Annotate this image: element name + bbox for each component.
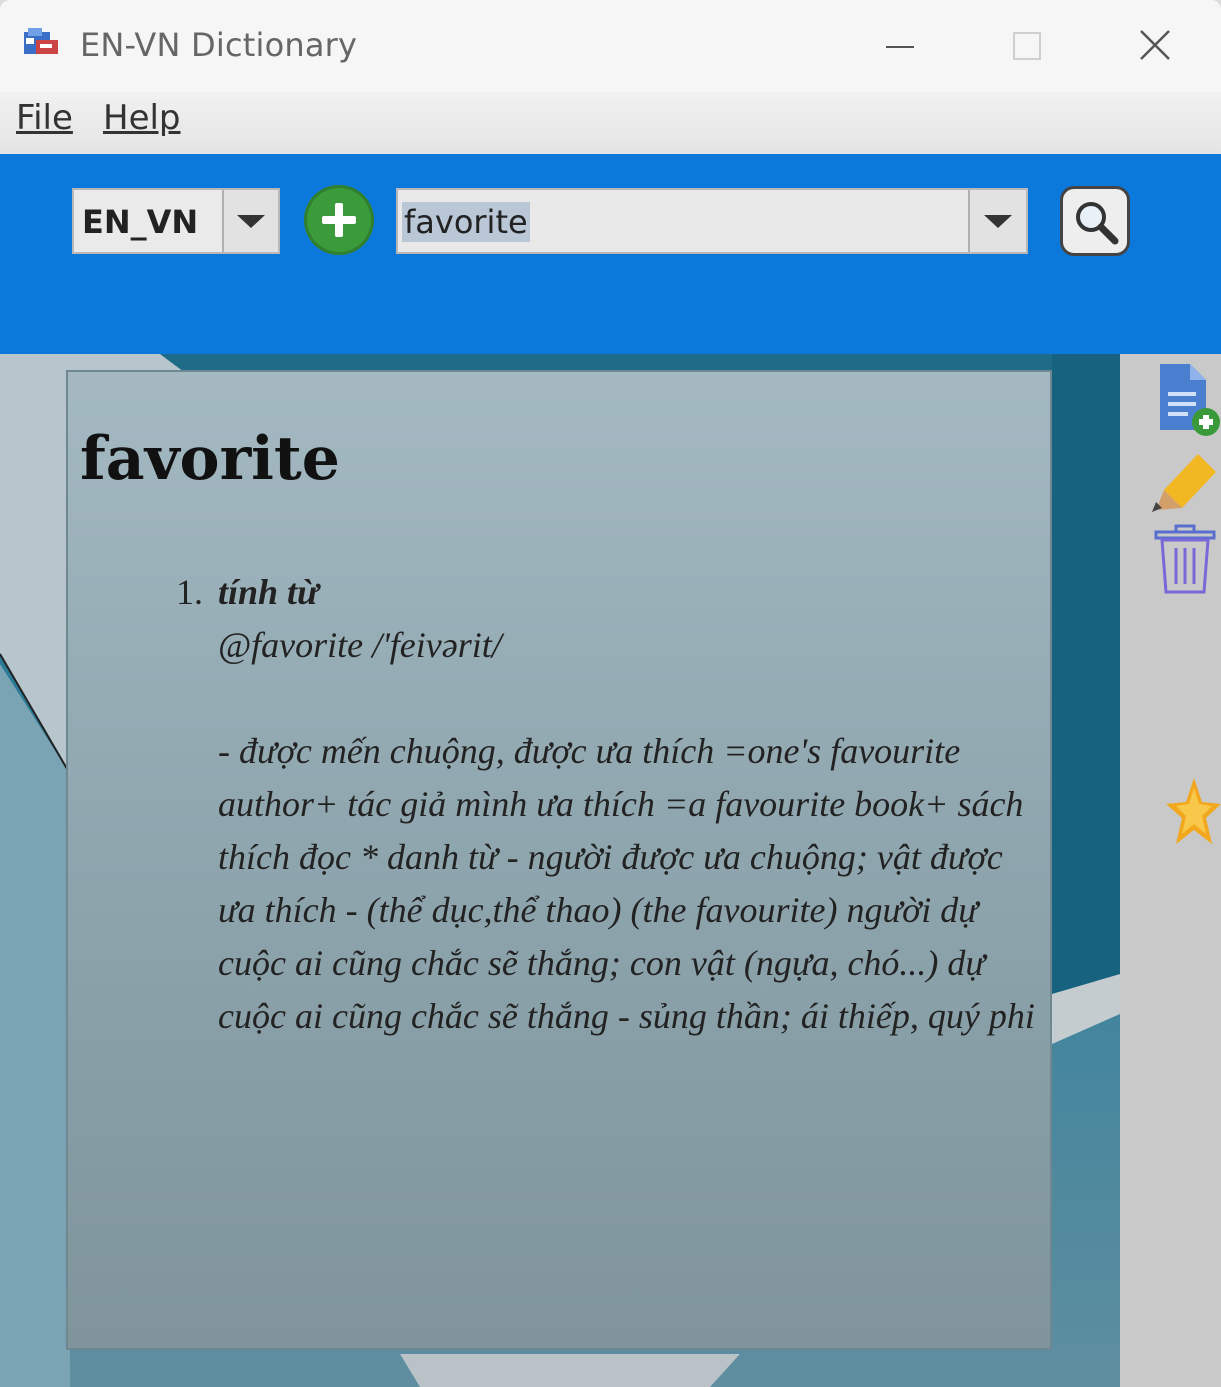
title-bar: EN-VN Dictionary	[0, 0, 1221, 92]
language-dropdown-button[interactable]	[222, 190, 278, 252]
app-window: EN-VN Dictionary File Help EN_VN favorit…	[0, 0, 1221, 1387]
minimize-button[interactable]	[870, 18, 930, 74]
window-title: EN-VN Dictionary	[80, 26, 358, 64]
edit-button[interactable]	[1150, 446, 1220, 516]
part-of-speech: tính từ	[218, 572, 319, 612]
search-toolbar: EN_VN favorite	[0, 154, 1221, 354]
dictionary-app-icon	[22, 26, 62, 62]
search-combo[interactable]: favorite	[396, 188, 1028, 254]
favorite-button[interactable]	[1160, 774, 1221, 858]
add-document-button[interactable]	[1156, 362, 1220, 442]
menu-file[interactable]: File	[16, 98, 73, 138]
pencil-icon	[1152, 454, 1216, 512]
definition-text: - được mến chuộng, được ưa thích =one's …	[218, 731, 1035, 1036]
language-select[interactable]: EN_VN	[72, 188, 280, 254]
add-word-button[interactable]	[304, 185, 374, 255]
definition-item: tính từ @favorite /'feivərit/ - được mến…	[218, 566, 1038, 1043]
search-button[interactable]	[1060, 186, 1130, 256]
magnifier-icon	[1076, 202, 1119, 245]
menu-help[interactable]: Help	[103, 98, 181, 138]
maximize-icon	[1013, 32, 1041, 60]
close-button[interactable]	[1126, 18, 1186, 74]
search-input[interactable]: favorite	[402, 202, 530, 242]
delete-button[interactable]	[1154, 524, 1216, 600]
pronunciation: @favorite /'feivərit/	[218, 625, 502, 665]
maximize-button[interactable]	[996, 18, 1056, 74]
definition-panel: favorite 1. tính từ @favorite /'feivərit…	[66, 370, 1052, 1350]
trash-icon	[1154, 524, 1216, 594]
language-value: EN_VN	[82, 203, 199, 241]
chevron-down-icon	[237, 215, 265, 228]
search-history-dropdown-button[interactable]	[968, 190, 1026, 252]
add-document-icon	[1160, 364, 1220, 436]
definition-number: 1.	[176, 572, 203, 612]
star-icon	[1166, 778, 1221, 844]
content-area: favorite 1. tính từ @favorite /'feivərit…	[0, 354, 1221, 1387]
menu-bar: File Help	[0, 92, 1221, 154]
minimize-icon	[886, 46, 914, 48]
close-icon	[1140, 30, 1170, 60]
entry-word: favorite	[80, 424, 340, 494]
chevron-down-icon	[984, 215, 1012, 228]
